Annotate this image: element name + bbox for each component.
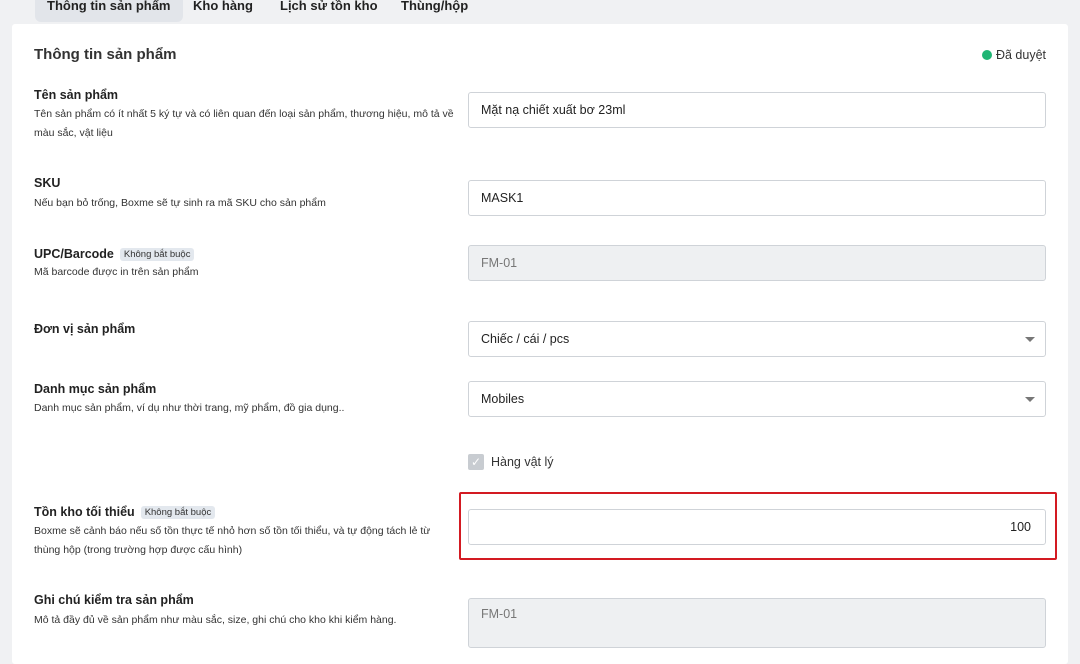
status-badge: Đã duyệt: [981, 48, 1046, 62]
min-stock-desc: Boxme sẽ cảnh báo nếu số tồn thực tế nhỏ…: [34, 525, 431, 556]
inspection-note-label: Ghi chú kiểm tra sản phẩm: [34, 593, 194, 607]
status-dot-icon: [981, 50, 992, 60]
upc-label-text: UPC/Barcode: [34, 247, 114, 261]
status-label: Đã duyệt: [995, 48, 1046, 62]
upc-label: UPC/Barcode Không bắt buộc: [34, 247, 195, 261]
tab-product-info[interactable]: Thông tin sản phẩm: [35, 0, 183, 22]
optional-badge: Không bắt buộc: [140, 505, 216, 519]
min-stock-highlight: [459, 492, 1057, 560]
tab-bar: Thông tin sản phẩm Kho hàng Lịch sử tồn …: [0, 0, 1080, 24]
inspection-note-textarea: FM-01: [468, 598, 1046, 648]
product-name-desc: Tên sản phẩm có ít nhất 5 ký tự và có li…: [34, 108, 454, 139]
unit-select[interactable]: Chiếc / cái / pcs: [468, 321, 1046, 357]
product-info-card: Thông tin sản phẩm Đã duyệt Tên sản phẩm…: [12, 24, 1068, 664]
min-stock-label: Tồn kho tối thiểu Không bắt buộc: [34, 505, 216, 519]
physical-goods-checkbox[interactable]: ✓: [468, 454, 484, 470]
unit-select-value: Chiếc / cái / pcs: [481, 332, 570, 346]
optional-badge: Không bắt buộc: [119, 247, 195, 261]
chevron-down-icon: [1025, 397, 1035, 402]
category-select-value: Mobiles: [481, 392, 525, 406]
upc-desc: Mã barcode được in trên sản phẩm: [34, 266, 199, 278]
section-title: Thông tin sản phẩm: [34, 46, 177, 63]
unit-label: Đơn vị sản phẩm: [34, 322, 136, 336]
product-name-label: Tên sản phẩm: [34, 88, 119, 102]
physical-goods-row[interactable]: ✓ Hàng vật lý: [468, 454, 554, 470]
tab-warehouse[interactable]: Kho hàng: [181, 0, 265, 22]
category-desc: Danh mục sản phẩm, ví dụ như thời trang,…: [34, 402, 345, 414]
sku-input[interactable]: MASK1: [468, 180, 1046, 216]
min-stock-label-text: Tồn kho tối thiểu: [34, 505, 135, 519]
tab-boxes[interactable]: Thùng/hộp: [389, 0, 480, 22]
physical-goods-label: Hàng vật lý: [491, 455, 554, 469]
upc-input: FM-01: [468, 245, 1046, 281]
sku-label: SKU: [34, 176, 61, 190]
tab-stock-history[interactable]: Lịch sử tồn kho: [268, 0, 390, 22]
check-icon: ✓: [470, 455, 482, 469]
chevron-down-icon: [1025, 337, 1035, 342]
product-name-input[interactable]: Mặt nạ chiết xuất bơ 23ml: [468, 92, 1046, 128]
category-label: Danh mục sản phẩm: [34, 382, 157, 396]
inspection-note-desc: Mô tả đầy đủ về sản phẩm như màu sắc, si…: [34, 614, 397, 626]
sku-desc: Nếu bạn bỏ trống, Boxme sẽ tự sinh ra mã…: [34, 197, 326, 209]
category-select[interactable]: Mobiles: [468, 381, 1046, 417]
